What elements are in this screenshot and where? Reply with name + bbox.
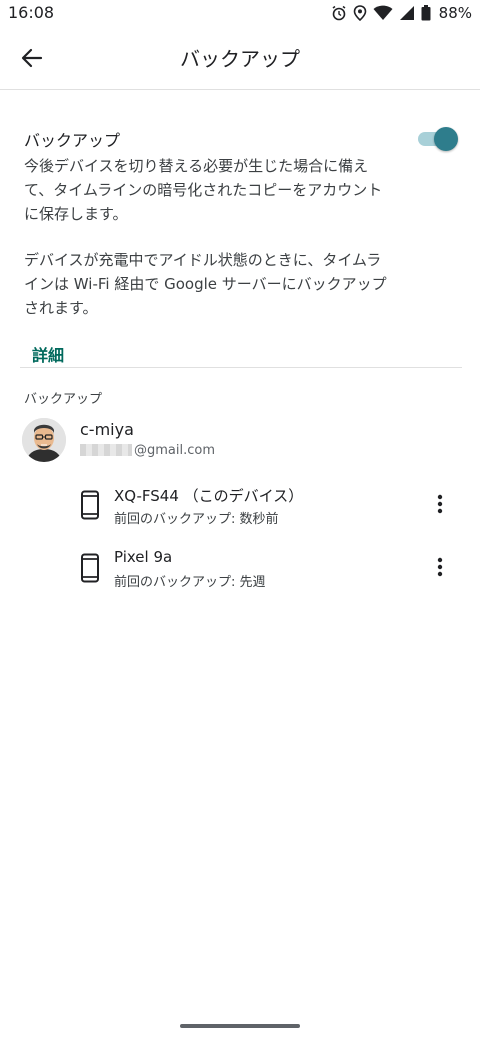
battery-icon	[421, 5, 431, 21]
page-title: バックアップ	[180, 47, 300, 71]
account-name: c-miya	[80, 420, 134, 439]
email-redacted-block	[80, 444, 132, 456]
wifi-icon	[373, 5, 393, 20]
status-time: 16:08	[8, 3, 55, 22]
device-name: Pixel 9a	[114, 548, 173, 566]
backup-setting-description-2: デバイスが充電中でアイドル状態のときに、タイムラインは Wi-Fi 経由で Go…	[24, 251, 387, 317]
app-bar: バックアップ	[0, 26, 480, 90]
device-last-backup: 前回のバックアップ: 数秒前	[114, 512, 279, 527]
status-bar: 16:08 88%	[0, 0, 480, 26]
more-vert-icon	[437, 494, 443, 514]
alarm-icon	[332, 5, 346, 21]
device-last-backup: 前回のバックアップ: 先週	[114, 575, 266, 590]
switch-thumb	[434, 127, 458, 151]
battery-percentage: 88%	[438, 4, 472, 22]
divider	[20, 367, 462, 368]
phone-icon	[81, 553, 99, 583]
backup-setting-title: バックアップ	[24, 131, 121, 150]
gesture-navigation-bar[interactable]	[180, 1024, 300, 1028]
device-name: XQ-FS44 （このデバイス）	[114, 487, 304, 505]
device-row[interactable]: XQ-FS44 （このデバイス） 前回のバックアップ: 数秒前	[0, 482, 480, 542]
more-options-button[interactable]	[424, 549, 456, 585]
phone-icon	[81, 490, 99, 520]
location-icon	[353, 5, 366, 21]
status-icons: 88%	[331, 3, 472, 23]
backup-toggle-switch[interactable]	[418, 126, 460, 152]
avatar	[22, 418, 66, 462]
account-section-label: バックアップ	[24, 392, 103, 407]
account-email: @gmail.com	[134, 442, 216, 458]
more-options-button[interactable]	[424, 486, 456, 522]
backup-setting-description: 今後デバイスを切り替える必要が生じた場合に備えて、タイムラインの暗号化されたコピ…	[24, 157, 383, 223]
backup-setting: バックアップ 今後デバイスを切り替える必要が生じた場合に備えて、タイムラインの暗…	[24, 128, 464, 366]
signal-icon	[399, 6, 414, 20]
account-email-row: @gmail.com	[80, 440, 215, 460]
device-row[interactable]: Pixel 9a 前回のバックアップ: 先週	[0, 545, 480, 605]
more-vert-icon	[437, 557, 443, 577]
details-link[interactable]: 詳細	[32, 342, 64, 366]
